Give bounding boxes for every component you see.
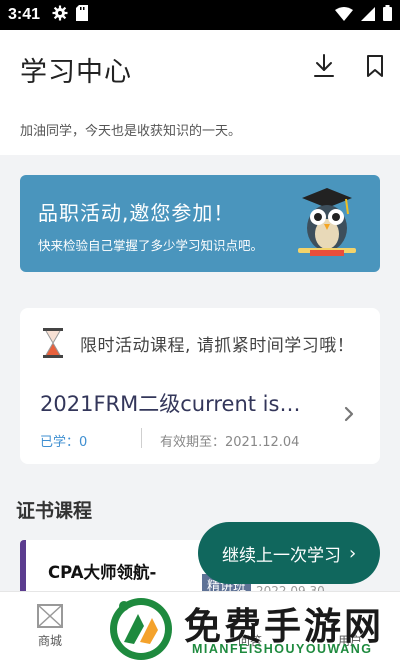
limited-notice: 限时活动课程, 请抓紧时间学习哦！ [80,336,355,356]
watermark-subtext: MIANFEISHOUYOUWANG [192,642,373,656]
expiry-date: 有效期至：2021.12.04 [160,435,300,450]
chevron-right-icon: › [349,542,357,564]
nav-label-shop: 商城 [37,634,62,648]
promo-subtitle: 快来检验自己掌握了多少学习知识点吧。 [38,238,264,253]
owl-mascot-icon [296,188,358,262]
greeting-text: 加油同学，今天也是收获知识的一天。 [20,124,242,139]
course-card[interactable]: 限时活动课程, 请抓紧时间学习哦！ 2021FRM二级current iss..… [20,308,380,464]
cert-title: CPA大师领航- [48,563,157,582]
page-title: 学习中心 [20,57,132,88]
section-title: 证书课程 [16,500,93,522]
bookmark-icon [367,55,383,77]
promo-title: 品职活动,邀您参加！ [38,201,235,225]
sd-card-icon [76,5,89,25]
chevron-right-icon[interactable] [344,406,354,426]
bookmark-button[interactable] [361,52,389,80]
watermark: 免费手游网 MIANFEISHOUYOUWANG [100,594,400,666]
download-icon [314,54,334,77]
course-name[interactable]: 2021FRM二级current iss... [40,388,310,418]
status-time: 3:41 [8,6,41,23]
download-button[interactable] [310,52,338,80]
divider [141,428,142,448]
hourglass-icon [42,328,64,362]
settings-icon [52,5,68,25]
status-bar: 3:41 [0,0,400,30]
battery-icon [383,5,392,25]
header: 学习中心 加油同学，今天也是收获知识的一天。 [0,30,400,155]
learned-progress: 已学：0 [40,435,88,450]
continue-label: 继续上一次学习 [222,545,341,566]
promo-banner[interactable]: 品职活动,邀您参加！ 快来检验自己掌握了多少学习知识点吧。 [20,175,380,272]
signal-icon [361,6,375,25]
continue-learning-button[interactable]: 继续上一次学习 › [198,522,380,584]
nav-item-shop[interactable]: 商城 [15,604,85,649]
wifi-icon [335,6,353,25]
watermark-logo-icon [104,596,178,666]
shop-icon [37,604,63,628]
